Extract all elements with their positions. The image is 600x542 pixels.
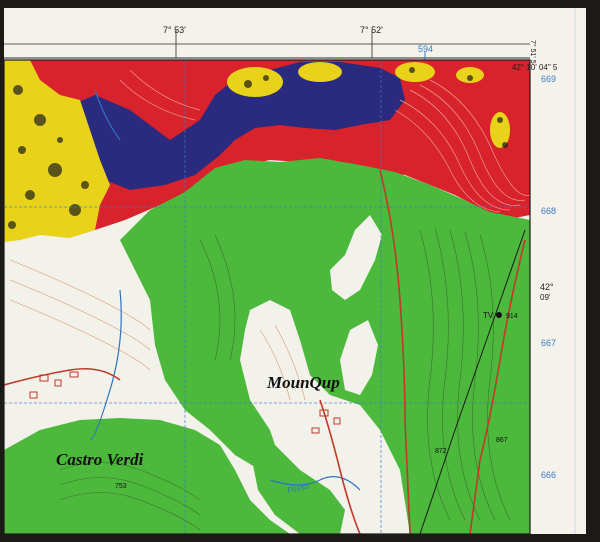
grid-number-667: 667 [541,338,556,348]
yellow-patch [298,62,342,82]
latitude-minutes: 09' [540,293,551,302]
spot-height-872: 872 [435,448,447,455]
corner-latitude: 42° 10' 04" 5 [512,63,558,72]
right-margin [530,60,586,534]
spot-height-914: 914 [506,313,518,320]
map-sheet: 7° 53' 7° 52' 594 42° 10' 04" 5 7° 51' 5… [0,0,600,542]
grid-number-666: 666 [541,470,556,480]
yellow-patch [227,67,283,97]
yellow-patch [395,62,435,82]
corner-longitude: 7° 51' 5 [529,40,537,64]
spot-height-753: 753 [115,483,127,490]
grid-number-668: 668 [541,206,556,216]
longitude-label-2: 7° 52' [360,25,383,35]
place-label-castro-verdi: Castro Verdi [56,450,144,469]
longitude-label-1: 7° 53' [163,25,186,35]
tv-mast-point [496,312,502,318]
latitude-degrees: 42° [540,282,554,292]
spot-height-867: 867 [496,437,508,444]
grid-number-669: 669 [541,74,556,84]
top-grid-number: 594 [418,44,433,54]
place-label-mounqup: MounQup [266,373,340,392]
tv-label: TV [483,311,494,320]
